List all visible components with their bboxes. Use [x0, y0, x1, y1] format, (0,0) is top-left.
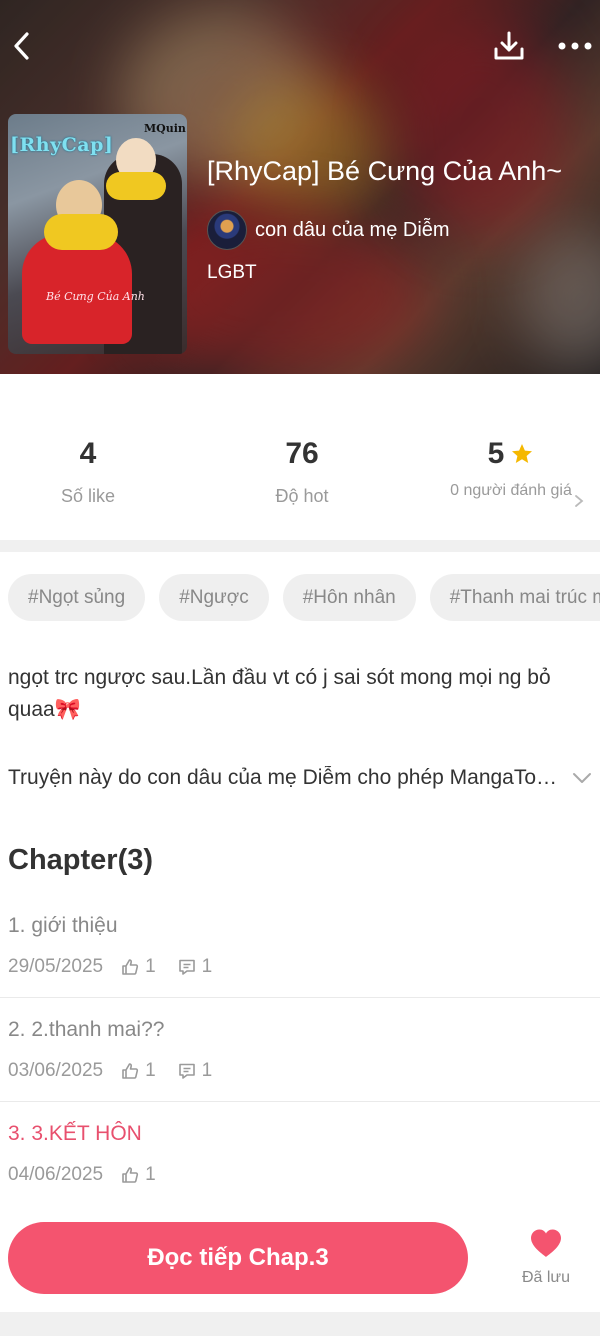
author-link[interactable]: con dâu của mẹ Diễm [207, 210, 450, 250]
tag-list: #Ngọt sủng #Ngược #Hôn nhân #Thanh mai t… [8, 574, 600, 622]
chapter-comments: 1 [201, 1060, 213, 1081]
thumbs-up-icon [121, 1166, 139, 1184]
continue-reading-button[interactable]: Đọc tiếp Chap.3 [8, 1222, 468, 1294]
cover-image[interactable]: [RhyCap] MQuin Bé Cưng Của Anh [8, 114, 187, 354]
chapter-likes: 1 [145, 1164, 156, 1185]
star-icon [512, 444, 533, 463]
back-arrow-icon [14, 32, 29, 60]
rating-stat[interactable]: 5 0 người đánh giá [411, 436, 600, 502]
cover-author-mark: MQuin [144, 122, 186, 135]
rating-value: 5 [487, 437, 505, 470]
chapter-item[interactable]: 1. giới thiệu 29/05/2025 1 1 [0, 894, 600, 998]
chevron-down-icon[interactable] [572, 772, 592, 784]
permission-notice[interactable]: Truyện này do con dâu của mẹ Diễm cho ph… [8, 766, 568, 790]
genre-label[interactable]: LGBT [207, 262, 257, 284]
chapter-date: 03/06/2025 [8, 1060, 104, 1081]
cover-subtitle: Bé Cưng Của Anh [46, 290, 145, 303]
story-description: ngọt trc ngược sau.Lần đầu vt có j sai s… [8, 666, 551, 721]
hero-header: [RhyCap] MQuin Bé Cưng Của Anh [RhyCap] … [0, 0, 600, 374]
chapter-likes: 1 [145, 1060, 156, 1081]
saved-label: Đã lưu [521, 1269, 571, 1286]
more-options-button[interactable] [552, 24, 598, 68]
chapter-likes: 1 [145, 956, 156, 977]
download-button[interactable] [488, 24, 530, 68]
heart-icon [531, 1229, 561, 1257]
author-avatar [207, 210, 247, 250]
tag-chip[interactable]: #Ngược [159, 574, 269, 621]
comment-icon [178, 1062, 196, 1080]
download-icon [494, 31, 524, 60]
chevron-right-icon [575, 495, 584, 507]
chapter-date: 04/06/2025 [8, 1164, 104, 1185]
hot-label: Độ hot [275, 486, 329, 506]
chapter-title: 1. giới thiệu [8, 914, 118, 937]
likes-label: Số like [60, 486, 116, 506]
details-section: #Ngọt sủng #Ngược #Hôn nhân #Thanh mai t… [0, 552, 600, 1204]
chapter-comments: 1 [201, 956, 213, 977]
tag-chip[interactable]: #Hôn nhân [282, 574, 416, 621]
more-dots-icon [558, 42, 592, 50]
likes-stat: 4 Số like [0, 436, 188, 507]
bottom-action-bar: Đọc tiếp Chap.3 Đã lưu [0, 1204, 600, 1312]
saved-button[interactable]: Đã lưu [510, 1228, 582, 1287]
chapter-date: 29/05/2025 [8, 956, 104, 977]
tag-chip[interactable]: #Thanh mai trúc mã [429, 574, 600, 621]
stats-panel: 4 Số like 76 Độ hot 5 0 người đánh giá [0, 374, 600, 540]
tag-chip[interactable]: #Ngọt sủng [8, 574, 146, 621]
chapter-item[interactable]: 2. 2.thanh mai?? 03/06/2025 1 1 [0, 998, 600, 1102]
chapter-item-current[interactable]: 3. 3.KẾT HÔN 04/06/2025 1 [0, 1102, 600, 1206]
chapter-title: 3. 3.KẾT HÔN [8, 1122, 142, 1145]
back-button[interactable] [4, 26, 40, 66]
hot-stat: 76 Độ hot [202, 436, 402, 507]
comment-icon [178, 958, 196, 976]
thumbs-up-icon [121, 1062, 139, 1080]
ribbon-emoji: 🎀 [54, 698, 81, 721]
cover-title-text: [RhyCap] [10, 134, 114, 156]
rating-label: 0 người đánh giá [450, 482, 572, 499]
story-title: [RhyCap] Bé Cưng Của Anh~ [207, 156, 563, 186]
author-name: con dâu của mẹ Diễm [255, 218, 450, 241]
top-bar [0, 22, 600, 70]
thumbs-up-icon [121, 958, 139, 976]
hot-count: 76 [285, 437, 319, 470]
likes-count: 4 [79, 437, 97, 470]
chapters-heading: Chapter(3) [8, 844, 154, 876]
chapter-title: 2. 2.thanh mai?? [8, 1018, 165, 1041]
